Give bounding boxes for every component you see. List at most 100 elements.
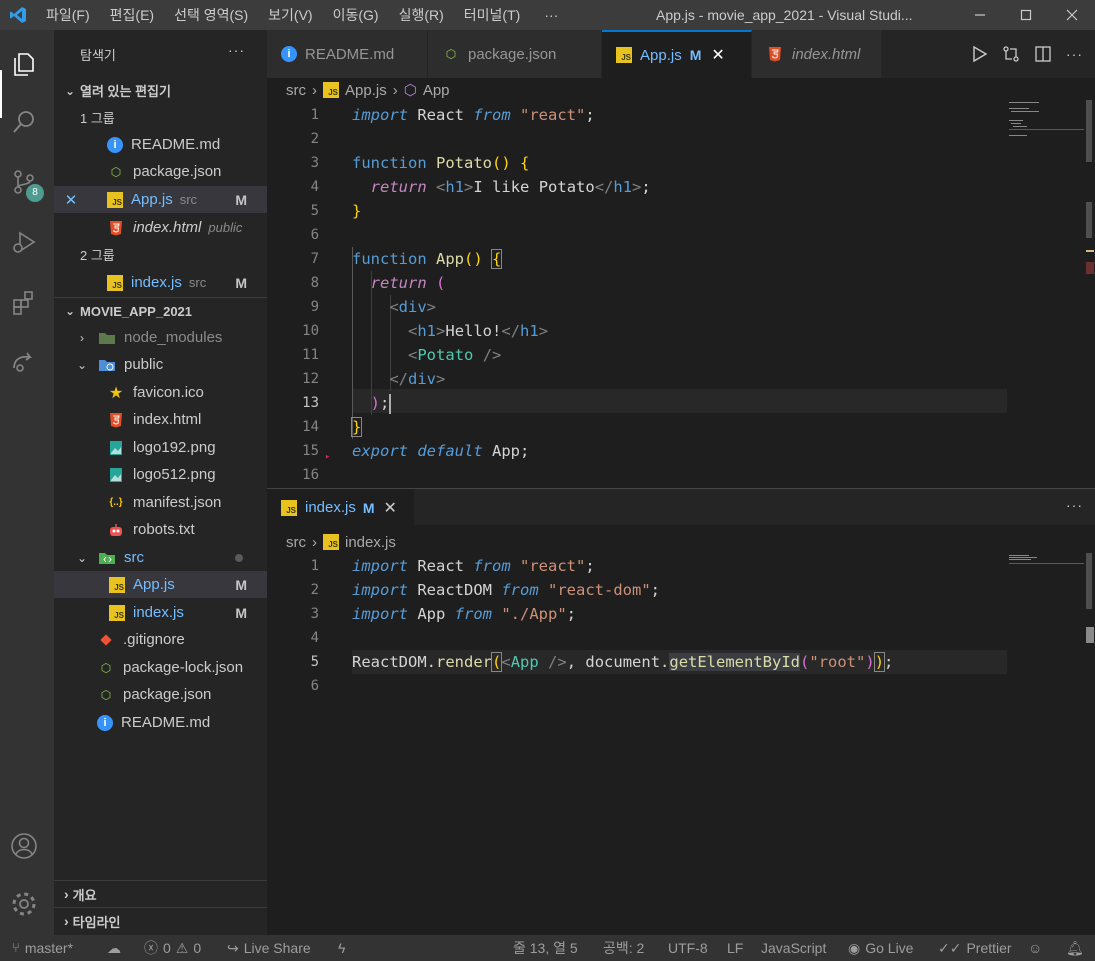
tab-package-json[interactable]: ⬡ package.json [428,30,602,78]
extensions-button[interactable] [0,278,48,326]
project-header[interactable]: ⌄ MOVIE_APP_2021 [54,297,267,324]
tree-item-src[interactable]: ⌄ src [54,544,267,571]
javascript-icon: JS [107,191,123,208]
tree-item-favicon[interactable]: ★ favicon.ico [54,379,267,406]
notifications-button[interactable]: 🔔︎ [1066,935,1084,961]
tab-app-js[interactable]: JS App.js M ✕ [602,30,752,78]
problems-indicator[interactable]: ⓧ 0 ⚠ 0 [144,935,201,961]
tree-label: node_modules [124,329,223,346]
live-share-icon [13,352,32,372]
line-number: 1 [310,107,319,123]
open-editor-readme[interactable]: i README.md [54,131,267,158]
tab-readme[interactable]: i README.md [267,30,428,78]
tree-item-gitignore[interactable]: .gitignore [54,626,267,653]
prettier-button[interactable]: ✓✓ Prettier [938,935,1012,961]
tree-item-package-json[interactable]: ⬡ package.json [54,681,267,708]
outline-section[interactable]: › 개요 [54,880,267,907]
tree-item-readme[interactable]: i README.md [54,709,267,736]
split-editor-icon[interactable] [1034,45,1052,63]
encoding[interactable]: UTF-8 [668,935,708,961]
breadcrumb-item[interactable]: src [286,534,306,551]
go-live-button[interactable]: ◉ Go Live [848,935,913,961]
scroll-marker [1086,250,1094,252]
explorer-button[interactable] [0,40,48,88]
close-icon[interactable]: ✕ [54,191,88,209]
cursor-position[interactable]: 줄 13, 열 5 [513,935,578,961]
line-number: 4 [310,179,319,195]
more-actions-icon[interactable]: ··· [1066,497,1083,513]
run-icon[interactable] [970,45,988,63]
tree-item-public[interactable]: ⌄ public [54,351,267,378]
group-2-header: 2 그룹 [54,241,267,268]
breadcrumb-item[interactable]: App.js [345,82,387,99]
breadcrumb-item[interactable]: src [286,82,306,99]
breadcrumb-item[interactable]: index.js [345,534,396,551]
tree-item-index-js[interactable]: JS index.js M [54,599,267,626]
menu-terminal[interactable]: 터미널(T) [454,0,531,30]
close-window-button[interactable] [1049,0,1095,30]
open-editor-index-js[interactable]: JS index.js src M [54,269,267,296]
minimap[interactable] [1009,100,1089,160]
run-debug-button[interactable] [0,218,48,266]
open-editors-header[interactable]: ⌄ 열려 있는 편집기 [54,77,267,104]
close-tab-icon[interactable]: ✕ [384,498,397,518]
code-line: } [352,202,362,220]
settings-button[interactable] [0,880,48,928]
sidebar-more-button[interactable]: ··· [228,42,245,58]
tree-item-app-js[interactable]: JS App.js M [54,571,267,598]
menu-file[interactable]: 파일(F) [36,0,100,30]
close-tab-icon[interactable]: ✕ [711,45,724,65]
scrollbar-thumb[interactable] [1086,100,1092,162]
javascript-icon: JS [109,576,125,593]
menu-edit[interactable]: 편집(E) [100,0,164,30]
search-button[interactable] [0,98,48,146]
timeline-section[interactable]: › 타임라인 [54,907,267,934]
menu-go[interactable]: 이동(G) [323,0,389,30]
sync-button[interactable]: ☁ [107,935,121,961]
more-actions-icon[interactable]: ··· [1066,46,1083,62]
feedback-button[interactable]: ☺ [1028,935,1042,961]
timeline-label: 타임라인 [72,914,121,930]
accounts-button[interactable] [0,822,48,870]
indentation[interactable]: 공백: 2 [603,935,644,961]
tree-item-logo512[interactable]: logo512.png [54,461,267,488]
tree-item-manifest[interactable]: {..} manifest.json [54,489,267,516]
compare-changes-icon[interactable] [1002,45,1020,63]
scrollbar-thumb[interactable] [1086,553,1092,609]
open-editor-app-js[interactable]: ✕ JS App.js src M [54,186,267,213]
open-editor-index-html[interactable]: index.html public [54,214,267,241]
minimize-button[interactable] [957,0,1003,30]
code-editor-2[interactable]: 1 import React from "react"; 2 import Reac… [267,554,1095,704]
tab-index-js[interactable]: JS index.js M ✕ [267,489,414,525]
live-share-button[interactable]: ↪ Live Share [227,935,311,961]
tree-label: index.js [133,604,184,621]
menu-more[interactable]: ··· [530,0,572,30]
close-icon [1066,9,1078,21]
menu-view[interactable]: 보기(V) [258,0,322,30]
breadcrumb-item[interactable]: App [423,82,450,99]
scrollbar-thumb[interactable] [1086,202,1092,238]
line-number: 9 [310,299,319,315]
tree-item-node-modules[interactable]: › node_modules [54,324,267,351]
minimap-2[interactable] [1009,553,1089,573]
language-mode[interactable]: JavaScript [761,935,826,961]
tree-item-package-lock[interactable]: ⬡ package-lock.json [54,654,267,681]
group-2-label: 2 그룹 [80,248,115,263]
code-editor-1[interactable]: 1 import React from "react"; 2 3 function … [267,103,1095,483]
end-of-line[interactable]: LF [727,935,743,961]
maximize-button[interactable] [1003,0,1049,30]
menu-selection[interactable]: 선택 영역(S) [164,0,258,30]
tree-item-index-html[interactable]: index.html [54,406,267,433]
tree-item-robots[interactable]: robots.txt [54,516,267,543]
branch-indicator[interactable]: ⑂ master* [12,935,73,961]
tab-index-html[interactable]: index.html [752,30,882,78]
error-count: 0 [163,940,171,956]
tree-item-logo192[interactable]: logo192.png [54,434,267,461]
lightning-button[interactable]: ϟ [338,935,345,961]
src-folder-icon [98,549,116,567]
remote-explorer-button[interactable] [0,338,48,386]
file-label: App.js [131,191,173,208]
open-editor-package-json[interactable]: ⬡ package.json [54,158,267,185]
source-control-button[interactable]: 8 [0,158,48,206]
menu-run[interactable]: 실행(R) [389,0,454,30]
